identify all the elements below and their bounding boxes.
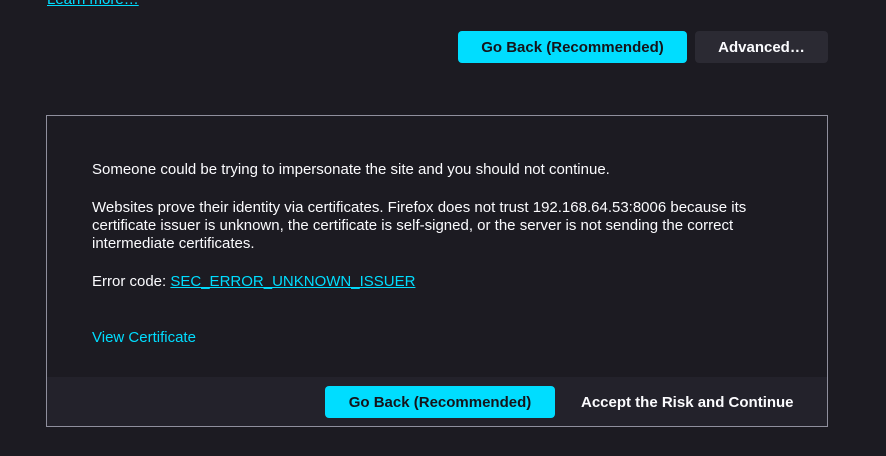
go-back-button[interactable]: Go Back (Recommended)	[458, 31, 687, 63]
footer-action-bar: Go Back (Recommended) Accept the Risk an…	[325, 386, 799, 418]
accept-risk-button[interactable]: Accept the Risk and Continue	[563, 386, 799, 418]
go-back-button-secondary[interactable]: Go Back (Recommended)	[325, 386, 555, 418]
certificate-error-page: Learn more… Go Back (Recommended) Advanc…	[0, 0, 886, 456]
error-code-label: Error code:	[92, 273, 171, 290]
error-code-line: Error code: SEC_ERROR_UNKNOWN_ISSUER	[92, 273, 792, 291]
advanced-panel: Someone could be trying to impersonate t…	[46, 115, 828, 427]
advanced-panel-body: Someone could be trying to impersonate t…	[92, 161, 792, 311]
impersonation-warning: Someone could be trying to impersonate t…	[92, 161, 610, 178]
top-action-bar: Go Back (Recommended) Advanced…	[458, 31, 828, 63]
advanced-button[interactable]: Advanced…	[695, 31, 828, 63]
advanced-panel-footer: Go Back (Recommended) Accept the Risk an…	[47, 377, 827, 426]
view-certificate-link[interactable]: View Certificate	[92, 329, 196, 346]
learn-more-link[interactable]: Learn more…	[47, 0, 139, 8]
error-code-link[interactable]: SEC_ERROR_UNKNOWN_ISSUER	[170, 273, 415, 290]
certificate-explanation: Websites prove their identity via certif…	[92, 199, 747, 252]
